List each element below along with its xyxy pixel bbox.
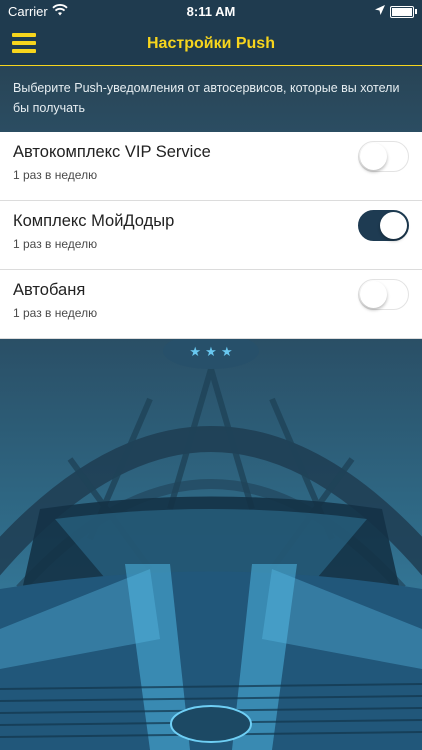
svg-text:★ ★ ★: ★ ★ ★ [189, 345, 232, 360]
background-image: ★ ★ ★ [0, 339, 422, 750]
service-name: Автокомплекс VIP Service [13, 143, 211, 161]
nav-bar: Настройки Push [0, 24, 422, 66]
service-frequency: 1 раз в неделю [13, 168, 98, 182]
battery-tip [415, 9, 417, 14]
status-bar: Carrier 8:11 AM [0, 0, 422, 24]
service-frequency: 1 раз в неделю [13, 306, 98, 320]
service-name: Автобаня [13, 281, 86, 299]
list-item: Автокомплекс VIP Service 1 раз в неделю [0, 132, 422, 201]
clock: 8:11 AM [186, 4, 236, 19]
page-title: Настройки Push [147, 35, 275, 52]
list-item: Комплекс МойДодыр 1 раз в неделю [0, 201, 422, 270]
toggle-knob [360, 281, 387, 308]
location-icon [374, 4, 386, 19]
services-list: Автокомплекс VIP Service 1 раз в неделю … [0, 132, 422, 339]
list-item: Автобаня 1 раз в неделю [0, 270, 422, 339]
push-toggle[interactable] [358, 279, 409, 310]
push-toggle[interactable] [358, 210, 409, 241]
hint-text: Выберите Push-уведомления от автосервисо… [0, 66, 422, 132]
toggle-knob [360, 143, 387, 170]
service-name: Комплекс МойДодыр [13, 212, 175, 230]
battery-icon [390, 6, 414, 18]
push-toggle[interactable] [358, 141, 409, 172]
service-frequency: 1 раз в неделю [13, 237, 98, 251]
toggle-knob [380, 212, 407, 239]
